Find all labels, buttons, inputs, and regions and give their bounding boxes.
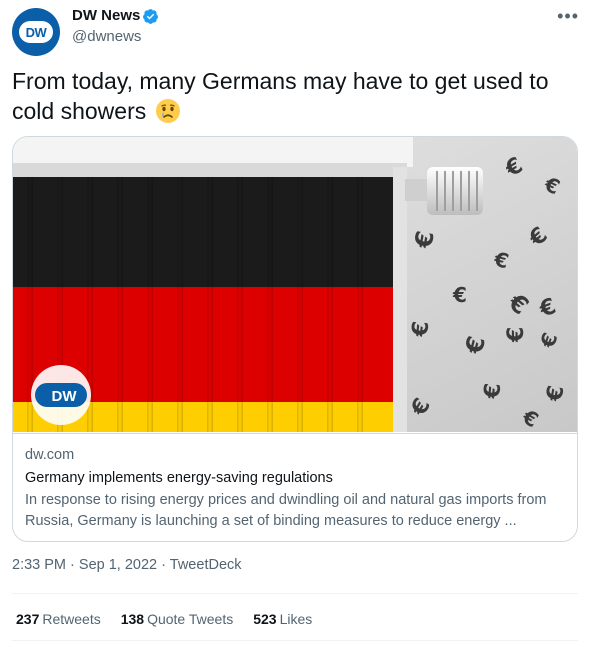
tweet-time[interactable]: 2:33 PM xyxy=(12,557,66,573)
tweet-body: From today, many Germans may have to get… xyxy=(12,68,549,124)
retweets-label: Retweets xyxy=(42,611,101,627)
divider xyxy=(12,640,578,641)
author-handle[interactable]: @dwnews xyxy=(72,28,141,45)
tweet-source[interactable]: TweetDeck xyxy=(170,557,242,573)
avatar[interactable]: DW xyxy=(12,8,60,56)
svg-text:€: € xyxy=(504,327,529,343)
card-image: € € € € € € € € € € € € € € € € xyxy=(13,137,577,432)
retweets-count: 237 xyxy=(16,611,40,627)
card-meta: dw.com Germany implements energy-saving … xyxy=(13,433,577,541)
more-options-icon[interactable]: ••• xyxy=(557,6,579,27)
link-preview-card[interactable]: € € € € € € € € € € € € € € € € DW dw.co… xyxy=(12,136,578,542)
card-title: Germany implements energy-saving regulat… xyxy=(25,470,333,486)
separator: · xyxy=(161,557,166,573)
tweet-timestamp: 2:33 PM · Sep 1, 2022 · TweetDeck xyxy=(12,557,242,573)
card-logo-text: DW xyxy=(51,387,77,405)
quote-tweets-count: 138 xyxy=(120,611,145,627)
engagement-stats: 237 Retweets 138 Quote Tweets 523 Likes xyxy=(16,611,312,627)
dw-logo: DW xyxy=(19,21,53,43)
quote-tweets-stat[interactable]: 138 Quote Tweets xyxy=(121,611,234,627)
crying-face-icon xyxy=(155,99,180,123)
quote-tweets-label: Quote Tweets xyxy=(147,611,234,627)
divider xyxy=(12,593,578,594)
svg-text:€: € xyxy=(480,382,506,400)
tweet-text: From today, many Germans may have to get… xyxy=(12,66,582,126)
likes-count: 523 xyxy=(253,611,277,627)
likes-label: Likes xyxy=(279,611,313,627)
svg-text:€: € xyxy=(452,283,467,307)
card-description: In response to rising energy prices and … xyxy=(25,492,547,529)
separator: · xyxy=(70,557,75,573)
author-name[interactable]: DW News xyxy=(72,7,140,24)
retweets-stat[interactable]: 237 Retweets xyxy=(16,611,101,627)
verified-badge-icon xyxy=(143,9,158,24)
likes-stat[interactable]: 523 Likes xyxy=(253,611,312,627)
tweet-date[interactable]: Sep 1, 2022 xyxy=(79,557,157,573)
card-domain: dw.com xyxy=(25,447,75,463)
svg-text:€: € xyxy=(408,320,434,338)
